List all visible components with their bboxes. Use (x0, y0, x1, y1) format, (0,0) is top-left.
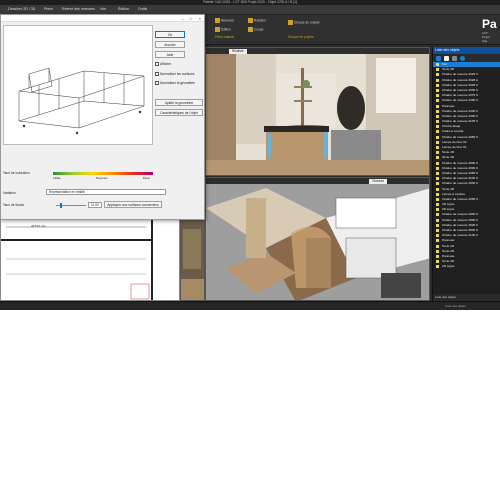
dialog-title-bar: – □ × (1, 15, 204, 22)
render-viewport[interactable]: Réaliste (205, 47, 430, 176)
project-group-icon (288, 20, 293, 25)
moulures-icon (215, 18, 220, 23)
filter-icon[interactable] (436, 55, 441, 61)
variation-label: Variation (3, 191, 16, 195)
ribbon-project-group-button[interactable]: Groupe de projets (288, 20, 320, 25)
status-right: Liste des objets (445, 304, 466, 308)
scale-tick-high: Élevé (143, 176, 150, 180)
help-button[interactable]: Aide (155, 51, 185, 58)
object-list-toolbar (433, 54, 500, 62)
wireframe-preview (18, 67, 145, 135)
variation-select[interactable]: Représentation en réalité (46, 189, 166, 195)
ribbon-moulures-button[interactable]: Moulures (215, 18, 234, 23)
geometry-preview[interactable] (3, 25, 153, 145)
window-title: Palette CAD 2025 - LOT B03 Projet 2025 -… (203, 0, 297, 4)
fusion-rate-label: Taux de fusion (3, 203, 25, 207)
ribbon-cut-button[interactable]: Coupe (248, 27, 263, 32)
help-icon[interactable] (460, 55, 465, 61)
minimize-icon[interactable]: – (182, 16, 184, 21)
brand-line-3: Vue (482, 39, 488, 43)
status-bar: Liste des objets (0, 301, 500, 310)
menu-item-tools[interactable]: Outils (138, 7, 147, 11)
menu-item-room[interactable]: Pièce (44, 7, 53, 11)
ribbon-edit-button[interactable]: Édition (215, 27, 231, 32)
iso-scene (206, 184, 429, 300)
object-list-header: Liste des objets (433, 47, 500, 54)
object-properties-dialog: – □ × Ok Annuler Aide Afficher Normalise… (0, 14, 205, 220)
menu-item-edit[interactable]: Édition (118, 7, 129, 11)
object-characteristics-button[interactable]: Caractéristiques de l'objet (155, 109, 203, 116)
object-list-items: Toit Texte 2D Chaîne de mesure 4326 C Chaîn… (433, 62, 500, 270)
edit-icon (215, 27, 220, 32)
apply-surfaces-button[interactable]: Appliquer aux surfaces concernées (104, 201, 162, 208)
scale-tick-low: Faible (53, 176, 61, 180)
close-icon[interactable]: × (199, 16, 201, 21)
ribbon-group-label: Groupe de projets (288, 35, 314, 39)
cancel-button[interactable]: Annuler (155, 41, 185, 48)
object-list-footer: Liste des objets (433, 294, 500, 301)
show-checkbox[interactable]: Afficher (155, 62, 171, 66)
ribbon-rotation-button[interactable]: Rotation (248, 18, 266, 23)
normalize-surfaces-checkbox[interactable]: Normaliser les surfaces (155, 72, 194, 76)
menu-item-draw[interactable]: Dessiner 2D / 3D (8, 7, 35, 11)
object-list-panel: Liste des objets Toit Texte 2D Chaîne de m… (432, 47, 500, 301)
show-checkbox-box (155, 62, 159, 66)
normalize-geometry-checkbox[interactable]: Normaliser la géométrie (155, 81, 195, 85)
eye-icon[interactable] (444, 55, 449, 61)
menu-item-view[interactable]: Vue (100, 7, 106, 11)
normalize-geometry-box (155, 81, 159, 85)
ok-button[interactable]: Ok (155, 31, 185, 38)
fusion-rate-slider-thumb[interactable] (60, 203, 62, 208)
layers-icon[interactable] (452, 55, 457, 61)
iso-viewport[interactable]: Textures (205, 177, 430, 301)
ribbon-group-label-1: Pièce-maison (215, 35, 235, 39)
menu-item-measure[interactable]: Relevé des mesures (62, 7, 95, 11)
render-scene (206, 54, 429, 175)
brand-name: Pa (482, 17, 497, 31)
simplify-geometry-button[interactable]: Aplatir la géométrie (155, 99, 203, 106)
scale-tick-mid: Moyenne (96, 176, 108, 180)
maximize-icon[interactable]: □ (190, 16, 192, 21)
rotation-icon (248, 18, 253, 23)
coloration-rate-label: Taux de coloration (3, 171, 30, 175)
cut-icon (248, 27, 253, 32)
fusion-rate-slider[interactable] (56, 203, 86, 208)
object-list-item[interactable]: 2D Ligne (433, 264, 500, 269)
coloration-scale (53, 172, 153, 175)
normalize-surfaces-box (155, 72, 159, 76)
brand-panel: Pa LOT Projet Vue (482, 17, 498, 43)
fusion-rate-input[interactable]: 11,00 (88, 202, 102, 208)
